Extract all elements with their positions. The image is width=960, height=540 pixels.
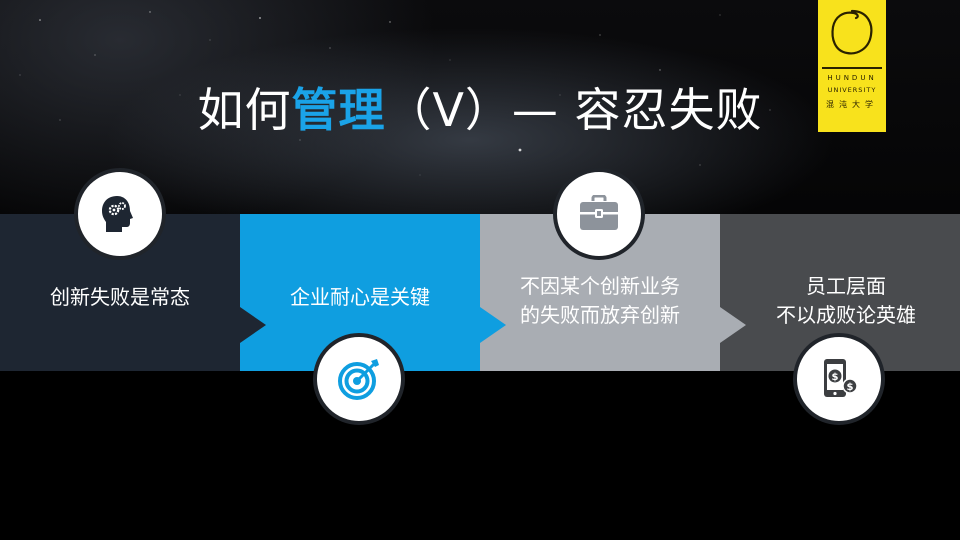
panel-2-text: 企业耐心是关键 bbox=[240, 283, 480, 312]
panel-2-line-1: 企业耐心是关键 bbox=[290, 285, 430, 309]
title-suffix: （V）— 容忍失败 bbox=[385, 83, 763, 137]
panel-1-line-1: 创新失败是常态 bbox=[50, 285, 190, 309]
panel-3-line-1: 不因某个创新业务 bbox=[520, 274, 680, 298]
panel-3-text: 不因某个创新业务 的失败而放弃创新 bbox=[480, 272, 720, 330]
logo-divider bbox=[822, 67, 882, 69]
panel-4-line-1: 员工层面 bbox=[806, 274, 886, 298]
target-icon bbox=[313, 333, 405, 425]
panel-1-text: 创新失败是常态 bbox=[0, 283, 240, 312]
svg-text:$: $ bbox=[847, 382, 854, 393]
panel-4-line-2: 不以成败论英雄 bbox=[776, 303, 916, 327]
briefcase-icon bbox=[553, 168, 645, 260]
panel-1-arrow bbox=[240, 307, 266, 343]
title-prefix: 如何 bbox=[197, 83, 292, 137]
svg-text:$: $ bbox=[832, 372, 839, 383]
head-gears-icon bbox=[74, 168, 166, 260]
hundun-logo: HUNDUN UNIVERSITY 混沌大学 bbox=[818, 0, 886, 132]
logo-line-3: 混沌大学 bbox=[826, 100, 878, 109]
panel-4-text: 员工层面 不以成败论英雄 bbox=[732, 272, 960, 330]
panel-3-line-2: 的失败而放弃创新 bbox=[520, 303, 680, 327]
title-accent: 管理 bbox=[291, 83, 386, 137]
logo-circle-icon bbox=[831, 9, 873, 55]
logo-line-2: UNIVERSITY bbox=[827, 86, 877, 94]
slide-title: 如何管理（V）— 容忍失败 bbox=[0, 74, 960, 140]
logo-line-1: HUNDUN bbox=[827, 74, 877, 82]
phone-money-icon: $ $ bbox=[793, 333, 885, 425]
